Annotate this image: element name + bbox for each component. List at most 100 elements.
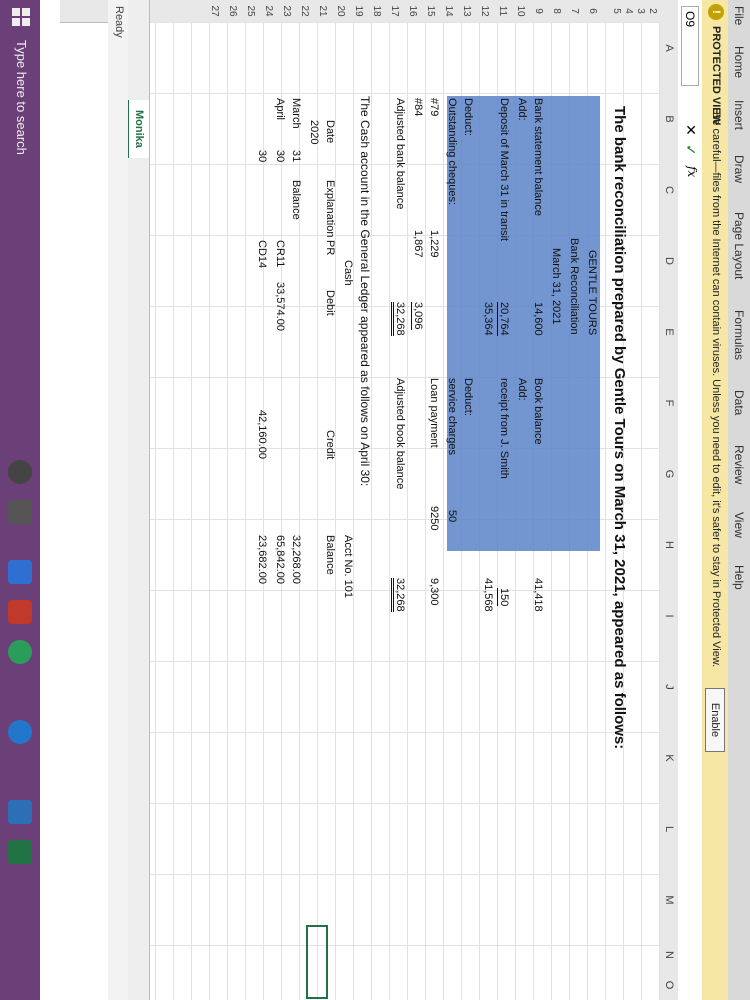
excel-window: File Home Insert Draw Page Layout Formul… [0,0,750,1000]
row-header[interactable]: 11 [497,0,508,22]
row-header[interactable]: 3 [635,0,646,22]
mail-icon[interactable] [8,600,32,624]
row-header[interactable]: 14 [443,0,454,22]
ledger-year: 2020 [308,120,320,145]
row-header[interactable]: 4 [623,0,634,22]
row-header[interactable]: 27 [209,0,220,22]
formula-bar: O9 ✕ ✓ fx [677,0,702,1000]
protected-view-title: PROTECTED VIEW [710,26,722,126]
chrome-icon[interactable] [8,640,32,664]
column-header[interactable]: B [663,109,675,129]
adjusted-book-value: 32,268 [391,578,406,612]
row-header[interactable]: 17 [389,0,400,22]
loan-payment-value: 9250 [428,506,440,531]
excel-icon[interactable] [8,840,32,864]
task-view-icon[interactable] [8,500,32,524]
row-header[interactable]: 5 [611,0,622,22]
receipt-value: 150 [497,588,510,607]
tab-formulas[interactable]: Formulas [732,310,746,360]
ledger-row-2-month: April [274,98,286,121]
row-header[interactable]: 21 [317,0,328,22]
column-header[interactable]: D [663,251,675,271]
column-header[interactable]: L [663,819,675,839]
row-header[interactable]: 20 [335,0,346,22]
enter-icon[interactable]: ✓ [682,144,699,156]
ledger-row-3-pr: CD14 [256,240,268,269]
column-header[interactable]: N [663,945,675,965]
tab-draw[interactable]: Draw [732,155,746,183]
windows-start-icon[interactable] [12,8,30,26]
ledger-header-explanation: Explanation [324,180,336,238]
column-header[interactable]: I [663,606,675,626]
selected-cell-o9[interactable] [306,925,328,999]
ledger-account-name: Cash [342,260,354,286]
name-box[interactable]: O9 [681,6,699,86]
browser-icon[interactable] [8,720,32,744]
row-header[interactable]: 24 [263,0,274,22]
problem-title: The bank reconciliation prepared by Gent… [611,106,628,750]
ledger-row-1-balance: 32,268.00 [290,535,302,584]
ledger-row-3-day: 30 [256,150,268,163]
column-header[interactable]: G [663,464,675,484]
word-icon[interactable] [8,800,32,824]
row-header[interactable]: 9 [533,0,544,22]
row-header[interactable]: 13 [461,0,472,22]
protected-view-message: Be careful—files from the Internet can c… [710,112,722,668]
tab-file[interactable]: File [732,6,746,25]
bank-add-label: Add: [516,98,528,121]
ribbon-tabs: File Home Insert Draw Page Layout Formul… [728,0,750,1000]
tab-review[interactable]: Review [732,445,746,484]
row-header[interactable]: 16 [407,0,418,22]
edge-icon[interactable] [8,560,32,584]
row-header[interactable]: 15 [425,0,436,22]
column-header[interactable]: O [663,975,675,995]
receipt-label: receipt from J. Smith [498,378,510,479]
column-header[interactable]: E [663,322,675,342]
tab-data[interactable]: Data [732,390,746,415]
row-header[interactable]: 18 [371,0,382,22]
sheet-tab-monika[interactable]: Monika [127,100,149,158]
ledger-row-3-balance: 23,682.00 [256,535,268,584]
column-header[interactable]: M [663,890,675,910]
recon-company: GENTLE TOURS [586,250,598,336]
row-header[interactable]: 12 [479,0,490,22]
row-header[interactable]: 22 [299,0,310,22]
cheque-84-label: #84 [412,98,424,117]
row-header[interactable]: 26 [227,0,238,22]
book-deduct-total: 9,300 [428,578,440,606]
column-header[interactable]: C [663,180,675,200]
row-header[interactable]: 23 [281,0,292,22]
taskbar-search[interactable]: Type here to search [14,40,29,155]
cancel-icon[interactable]: ✕ [682,124,699,136]
deposit-label: Deposit of March 31 in transit [498,98,510,242]
row-headers: 2 3 4 5 6 7 8 9 10 11 12 13 14 15 16 17 … [60,0,660,23]
column-header[interactable]: A [663,38,675,58]
row-header[interactable]: 10 [515,0,526,22]
recon-doc-title: Bank Reconciliation [568,238,580,335]
column-headers: A B C D E F G H I J K L M N O [659,0,678,1000]
row-header[interactable]: 7 [569,0,580,22]
cortana-icon[interactable] [8,460,32,484]
column-header[interactable]: F [663,393,675,413]
row-header[interactable]: 25 [245,0,256,22]
tab-view[interactable]: View [732,512,746,538]
row-header[interactable]: 2 [647,0,658,22]
ledger-header-credit: Credit [324,430,336,460]
row-header[interactable]: 19 [353,0,364,22]
protected-view-bar: ! PROTECTED VIEW Be careful—files from t… [691,0,728,1000]
tab-page-layout[interactable]: Page Layout [732,212,746,279]
tab-help[interactable]: Help [732,565,746,590]
column-header[interactable]: H [663,535,675,555]
tab-insert[interactable]: Insert [732,100,746,130]
windows-taskbar: Type here to search [0,0,40,1000]
enable-editing-button[interactable]: Enable Editing [691,688,725,752]
ledger-header-pr: PR [324,240,336,256]
column-header[interactable]: K [663,748,675,768]
row-header[interactable]: 8 [551,0,562,22]
column-header[interactable]: J [663,677,675,697]
tab-home[interactable]: Home [732,46,746,78]
bank-subtotal: 35,364 [482,302,494,336]
row-header[interactable]: 6 [587,0,598,22]
insert-function-icon[interactable]: fx [685,166,699,177]
service-charges-label: service charges [446,378,458,456]
